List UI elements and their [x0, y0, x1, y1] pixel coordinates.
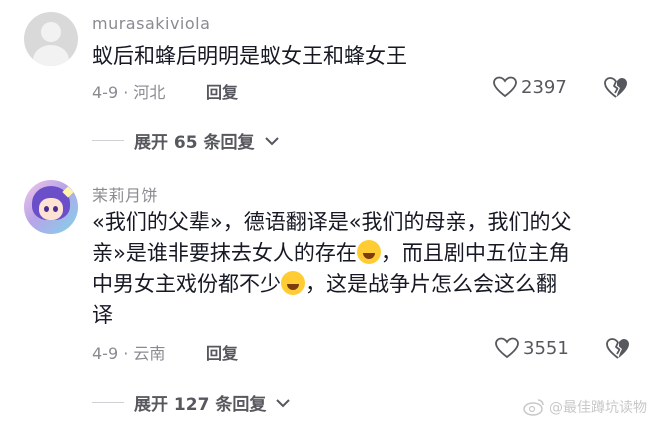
- chevron-down-icon: [276, 398, 291, 407]
- chevron-down-icon: [264, 136, 279, 145]
- default-avatar-icon[interactable]: [24, 12, 78, 66]
- like-count: 3551: [523, 337, 569, 359]
- expand-divider: [92, 402, 124, 403]
- comment-text-segment: 亲»是谁非要抹去女人的存在: [92, 241, 357, 265]
- expand-divider: [92, 140, 124, 141]
- expand-replies-button[interactable]: 展开 65 条回复: [92, 128, 279, 153]
- expand-replies-button[interactable]: 展开 127 条回复: [92, 390, 291, 415]
- comment-date-location: 4-9 · 云南: [92, 344, 166, 363]
- laughing-emoji-icon: [356, 240, 381, 264]
- heart-icon: [493, 76, 517, 98]
- watermark: @最佳蹲坑读物: [523, 397, 647, 417]
- reply-button[interactable]: 回复: [206, 340, 238, 364]
- expand-replies-label: 展开 127 条回复: [134, 395, 267, 415]
- like-button[interactable]: 3551: [495, 337, 569, 359]
- comment-text-line-1: «我们的父辈»，德语翻译是«我们的母亲，我们的父: [92, 210, 572, 234]
- heart-icon: [495, 337, 519, 359]
- reply-button[interactable]: 回复: [206, 79, 238, 103]
- like-button[interactable]: 2397: [493, 76, 567, 98]
- comment-text-line-2: 亲»是谁非要抹去女人的存在 ，而且剧中五位主角: [92, 238, 570, 269]
- comment-text-line-4: 译: [92, 303, 113, 327]
- comment-username[interactable]: 茉莉月饼: [92, 182, 158, 206]
- comment-username[interactable]: murasakiviola: [92, 14, 210, 33]
- anime-avatar-icon[interactable]: [24, 180, 78, 234]
- comment-text-segment: ，而且剧中五位主角: [380, 241, 570, 265]
- comment-text: 蚁后和蜂后明明是蚁女王和蜂女王: [92, 44, 407, 68]
- expand-replies-label: 展开 65 条回复: [134, 133, 255, 153]
- watermark-text: @最佳蹲坑读物: [549, 400, 647, 416]
- broken-heart-icon[interactable]: [604, 76, 628, 100]
- broken-heart-icon[interactable]: [606, 337, 630, 361]
- comment-text-segment: ，这是战争片怎么会这么翻: [305, 272, 557, 296]
- comment-text-segment: 中男女主戏份都不少: [92, 272, 281, 296]
- comment-text-line-3: 中男女主戏份都不少 ，这是战争片怎么会这么翻: [92, 269, 557, 300]
- comment-2: 茉莉月饼 «我们的父辈»，德语翻译是«我们的母亲，我们的父 亲»是谁非要抹去女人…: [0, 160, 655, 427]
- grinning-sweat-emoji-icon: [281, 271, 305, 295]
- comment-1: murasakiviola 蚁后和蜂后明明是蚁女王和蜂女王 4-9 · 河北 回…: [0, 0, 655, 160]
- comment-date-location: 4-9 · 河北: [92, 83, 166, 102]
- like-count: 2397: [521, 76, 567, 98]
- weibo-logo-icon: [523, 399, 544, 416]
